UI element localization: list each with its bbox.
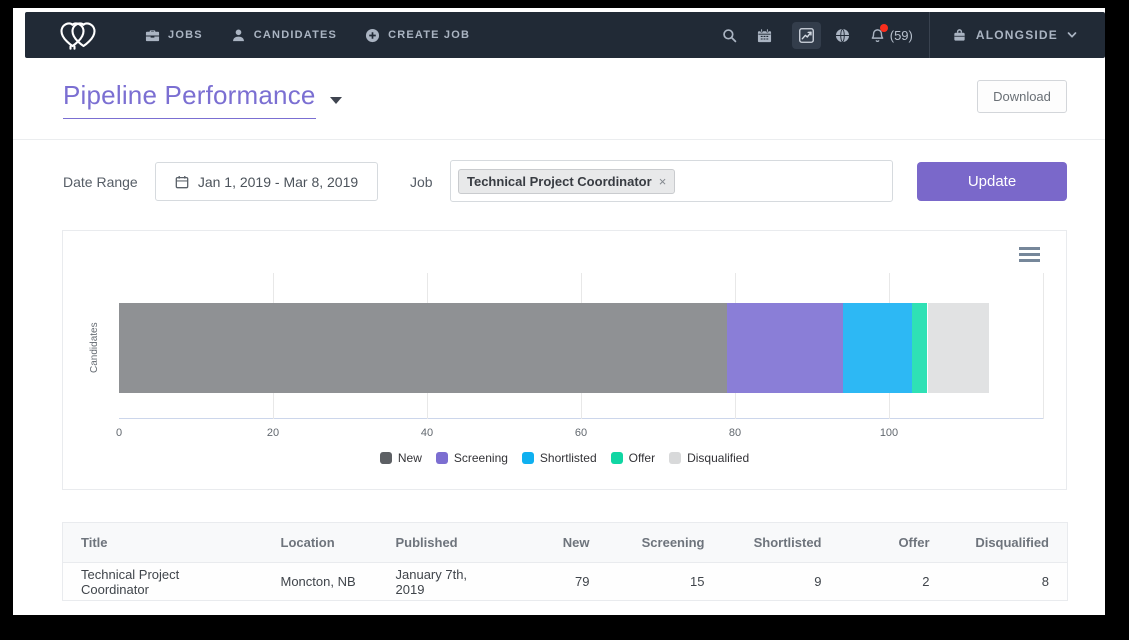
column-header-new: New: [503, 523, 608, 563]
chart-context-menu-icon[interactable]: [1019, 247, 1040, 265]
nav-jobs-label: JOBS: [168, 29, 203, 41]
account-name: ALONGSIDE: [976, 28, 1058, 42]
notification-count: (59): [890, 28, 913, 43]
cell-location: Moncton, NB: [263, 563, 378, 601]
person-icon: [231, 28, 246, 43]
column-header-disqualified: Disqualified: [948, 523, 1068, 563]
chart-legend: New Screening Shortlisted Offer Disqualified: [63, 451, 1066, 465]
y-axis-title: Candidates: [89, 303, 100, 393]
bar-segment-disqualified[interactable]: [928, 303, 990, 393]
calendar-button[interactable]: [757, 28, 772, 43]
analytics-button[interactable]: [792, 22, 821, 49]
table-body: Technical Project CoordinatorMoncton, NB…: [63, 563, 1068, 601]
column-header-published: Published: [378, 523, 503, 563]
pipeline-table: TitleLocationPublishedNewScreeningShortl…: [62, 522, 1068, 601]
bar-track: [119, 303, 1043, 393]
date-range-label: Date Range: [63, 162, 138, 202]
table-header-row: TitleLocationPublishedNewScreeningShortl…: [63, 523, 1068, 563]
header-divider: [13, 139, 1105, 140]
legend-label: Screening: [454, 451, 508, 465]
cell-shortlisted: 9: [723, 563, 840, 601]
column-header-title: Title: [63, 523, 263, 563]
legend-swatch: [611, 452, 623, 464]
bar-segment-shortlisted[interactable]: [843, 303, 912, 393]
calendar-small-icon: [175, 175, 189, 189]
globe-button[interactable]: [835, 28, 850, 43]
notifications-button[interactable]: (59): [870, 28, 913, 43]
legend-label: Disqualified: [687, 451, 749, 465]
search-icon: [722, 28, 737, 43]
nav-candidates-label: CANDIDATES: [254, 29, 337, 41]
legend-swatch: [380, 452, 392, 464]
calendar-icon: [757, 28, 772, 43]
date-range-input[interactable]: Jan 1, 2019 - Mar 8, 2019: [155, 162, 378, 201]
cell-disqualified: 8: [948, 563, 1068, 601]
nav-jobs[interactable]: JOBS: [145, 28, 203, 43]
plus-circle-icon: [365, 28, 380, 43]
legend-swatch: [522, 452, 534, 464]
column-header-screening: Screening: [608, 523, 723, 563]
update-button[interactable]: Update: [917, 162, 1067, 201]
desktop-background: { "navbar": { "brand": "Alongside", "men…: [0, 0, 1129, 640]
legend-item-offer[interactable]: Offer: [611, 451, 655, 465]
download-button[interactable]: Download: [977, 80, 1067, 113]
x-tick-label: 80: [715, 427, 755, 439]
cell-new: 79: [503, 563, 608, 601]
organization-icon: [952, 28, 967, 43]
job-tag[interactable]: Technical Project Coordinator ×: [458, 169, 675, 194]
legend-item-disqualified[interactable]: Disqualified: [669, 451, 749, 465]
cell-published: January 7th, 2019: [378, 563, 503, 601]
bell-wrap: [870, 28, 885, 43]
legend-label: New: [398, 451, 422, 465]
legend-item-screening[interactable]: Screening: [436, 451, 508, 465]
cell-screening: 15: [608, 563, 723, 601]
x-tick-label: 40: [407, 427, 447, 439]
legend-swatch: [669, 452, 681, 464]
table-row[interactable]: Technical Project CoordinatorMoncton, NB…: [63, 563, 1068, 601]
page-title: Pipeline Performance: [63, 80, 316, 119]
job-label: Job: [410, 162, 433, 202]
bar-segment-screening[interactable]: [727, 303, 843, 393]
search-button[interactable]: [722, 28, 737, 43]
legend-label: Offer: [629, 451, 655, 465]
legend-swatch: [436, 452, 448, 464]
alongside-logo[interactable]: [57, 19, 101, 51]
column-header-shortlisted: Shortlisted: [723, 523, 840, 563]
account-menu[interactable]: ALONGSIDE: [952, 28, 1077, 43]
nav-candidates[interactable]: CANDIDATES: [231, 28, 337, 43]
analytics-chart-icon: [799, 28, 814, 43]
chevron-down-icon: [1067, 30, 1077, 40]
stacked-bar-chart: [119, 273, 1043, 419]
bar-segment-offer[interactable]: [912, 303, 927, 393]
top-navbar: JOBS CANDIDATES CREATE JOB (59): [25, 12, 1105, 58]
x-tick-label: 60: [561, 427, 601, 439]
globe-icon: [835, 28, 850, 43]
remove-tag-icon[interactable]: ×: [659, 175, 667, 188]
job-select-input[interactable]: Technical Project Coordinator ×: [450, 160, 893, 202]
x-tick-label: 100: [869, 427, 909, 439]
nav-create-job[interactable]: CREATE JOB: [365, 28, 470, 43]
navbar-divider: [929, 12, 930, 58]
chart-card: Candidates 0 20 40 60 80 100 New Screening Shor…: [62, 230, 1067, 490]
nav-create-job-label: CREATE JOB: [388, 29, 470, 41]
legend-item-shortlisted[interactable]: Shortlisted: [522, 451, 597, 465]
report-selector[interactable]: Pipeline Performance: [63, 80, 342, 119]
job-tag-label: Technical Project Coordinator: [467, 174, 652, 189]
notification-badge: [880, 24, 888, 32]
date-range-value: Jan 1, 2019 - Mar 8, 2019: [198, 174, 358, 190]
hearts-logo-icon: [57, 19, 101, 51]
cell-offer: 2: [840, 563, 948, 601]
legend-label: Shortlisted: [540, 451, 597, 465]
legend-item-new[interactable]: New: [380, 451, 422, 465]
x-tick-label: 20: [253, 427, 293, 439]
column-header-offer: Offer: [840, 523, 948, 563]
title-caret-icon: [330, 97, 342, 104]
briefcase-icon: [145, 28, 160, 43]
x-tick-label: 0: [99, 427, 139, 439]
app-window: JOBS CANDIDATES CREATE JOB (59): [13, 8, 1105, 615]
cell-title: Technical Project Coordinator: [63, 563, 263, 601]
gridline: [1043, 273, 1044, 419]
column-header-location: Location: [263, 523, 378, 563]
bar-segment-new[interactable]: [119, 303, 727, 393]
